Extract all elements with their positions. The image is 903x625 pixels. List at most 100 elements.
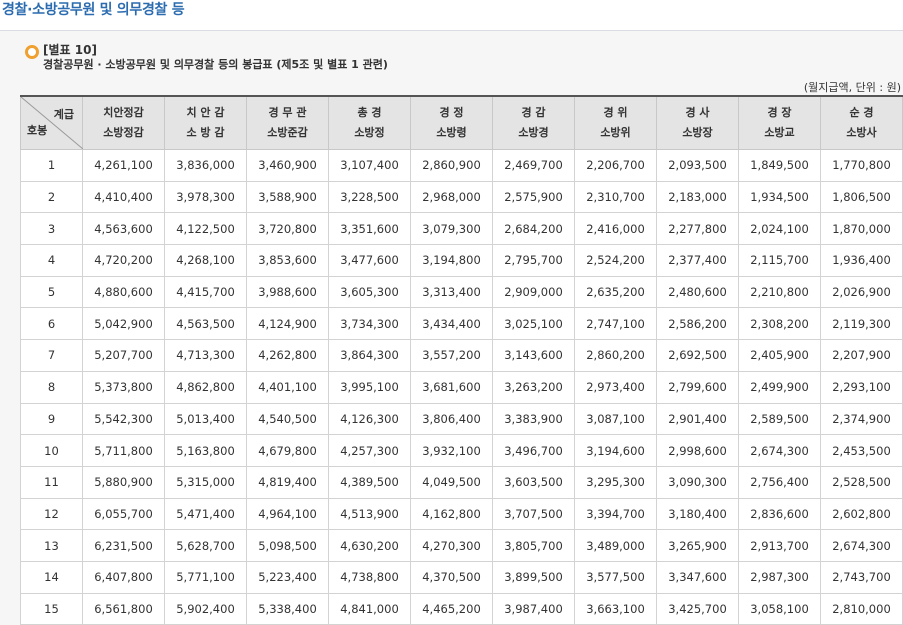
step-cell: 11 bbox=[20, 465, 83, 499]
salary-cell: 6,231,500 bbox=[82, 529, 165, 562]
salary-cell: 2,416,000 bbox=[574, 212, 657, 246]
column-header-line1: 경 무 관 bbox=[268, 106, 307, 119]
salary-cell: 3,577,500 bbox=[574, 560, 657, 594]
salary-cell: 4,410,400 bbox=[82, 180, 165, 214]
salary-cell: 6,561,800 bbox=[82, 592, 165, 625]
step-cell: 8 bbox=[20, 370, 83, 404]
salary-cell: 2,115,700 bbox=[738, 244, 821, 277]
step-cell: 10 bbox=[20, 434, 83, 467]
salary-cell: 2,575,900 bbox=[492, 180, 575, 214]
column-header-line2: 소 방 감 bbox=[186, 126, 225, 139]
salary-cell: 3,978,300 bbox=[164, 180, 247, 214]
salary-cell: 2,210,800 bbox=[738, 275, 821, 309]
salary-cell: 3,313,400 bbox=[410, 275, 493, 309]
salary-cell: 2,860,900 bbox=[410, 149, 493, 182]
column-header-line1: 경 사 bbox=[685, 106, 710, 119]
salary-cell: 3,347,600 bbox=[656, 560, 739, 594]
column-header-line1: 경 위 bbox=[603, 106, 628, 119]
step-cell: 4 bbox=[20, 244, 83, 277]
salary-cell: 4,862,800 bbox=[164, 370, 247, 404]
salary-cell: 4,122,500 bbox=[164, 212, 247, 246]
salary-cell: 2,026,900 bbox=[820, 275, 903, 309]
salary-cell: 1,849,500 bbox=[738, 149, 821, 182]
salary-cell: 3,836,000 bbox=[164, 149, 247, 182]
salary-cell: 4,415,700 bbox=[164, 275, 247, 309]
salary-cell: 4,563,500 bbox=[164, 307, 247, 341]
salary-cell: 3,707,500 bbox=[492, 497, 575, 531]
salary-cell: 5,098,500 bbox=[246, 529, 329, 562]
salary-cell: 3,720,800 bbox=[246, 212, 329, 246]
salary-cell: 2,909,000 bbox=[492, 275, 575, 309]
salary-cell: 4,513,900 bbox=[328, 497, 411, 531]
column-header-line1: 치 안 감 bbox=[186, 106, 225, 119]
salary-cell: 2,810,000 bbox=[820, 592, 903, 625]
salary-cell: 4,124,900 bbox=[246, 307, 329, 341]
salary-cell: 3,603,500 bbox=[492, 465, 575, 499]
salary-cell: 2,635,200 bbox=[574, 275, 657, 309]
salary-cell: 5,315,000 bbox=[164, 465, 247, 499]
salary-cell: 3,663,100 bbox=[574, 592, 657, 625]
step-cell: 7 bbox=[20, 339, 83, 372]
salary-cell: 3,087,100 bbox=[574, 402, 657, 436]
salary-cell: 3,434,400 bbox=[410, 307, 493, 341]
salary-cell: 4,841,000 bbox=[328, 592, 411, 625]
salary-cell: 4,819,400 bbox=[246, 465, 329, 499]
unit-note: (월지급액, 단위 : 원) bbox=[803, 81, 901, 94]
salary-cell: 3,180,400 bbox=[656, 497, 739, 531]
salary-cell: 4,720,200 bbox=[82, 244, 165, 277]
salary-cell: 2,374,900 bbox=[820, 402, 903, 436]
table-subtitle: 경찰공무원 · 소방공무원 및 의무경찰 등의 봉급표 (제5조 및 별표 1 … bbox=[43, 58, 388, 71]
table-row: 8 5,373,800 4,862,800 4,401,100 3,995,100 3,6… bbox=[20, 370, 903, 404]
salary-cell: 3,107,400 bbox=[328, 149, 411, 182]
column-header-line2: 소방장 bbox=[682, 126, 713, 139]
salary-cell: 2,747,100 bbox=[574, 307, 657, 341]
salary-cell: 2,207,900 bbox=[820, 339, 903, 372]
salary-cell: 3,806,400 bbox=[410, 402, 493, 436]
salary-cell: 3,194,600 bbox=[574, 434, 657, 467]
table-row: 7 5,207,700 4,713,300 4,262,800 3,864,300 3,5… bbox=[20, 339, 903, 372]
salary-cell: 2,183,000 bbox=[656, 180, 739, 214]
salary-cell: 2,973,400 bbox=[574, 370, 657, 404]
table-row: 3 4,563,600 4,122,500 3,720,800 3,351,600 3,0… bbox=[20, 212, 903, 246]
salary-cell: 5,207,700 bbox=[82, 339, 165, 372]
salary-cell: 4,389,500 bbox=[328, 465, 411, 499]
salary-cell: 2,674,300 bbox=[820, 529, 903, 562]
step-cell: 14 bbox=[20, 560, 83, 594]
salary-cell: 2,901,400 bbox=[656, 402, 739, 436]
salary-cell: 2,799,600 bbox=[656, 370, 739, 404]
salary-cell: 5,223,400 bbox=[246, 560, 329, 594]
salary-cell: 6,407,800 bbox=[82, 560, 165, 594]
salary-cell: 3,263,200 bbox=[492, 370, 575, 404]
step-cell: 13 bbox=[20, 529, 83, 562]
salary-cell: 5,771,100 bbox=[164, 560, 247, 594]
salary-cell: 2,119,300 bbox=[820, 307, 903, 341]
salary-cell: 4,049,500 bbox=[410, 465, 493, 499]
salary-cell: 2,499,900 bbox=[738, 370, 821, 404]
salary-cell: 2,860,200 bbox=[574, 339, 657, 372]
salary-cell: 3,805,700 bbox=[492, 529, 575, 562]
salary-cell: 3,058,100 bbox=[738, 592, 821, 625]
salary-cell: 2,453,500 bbox=[820, 434, 903, 467]
salary-cell: 1,934,500 bbox=[738, 180, 821, 214]
salary-cell: 4,630,200 bbox=[328, 529, 411, 562]
corner-step-label: 호봉 bbox=[27, 124, 48, 137]
column-header: 경 위 소방위 bbox=[574, 95, 657, 150]
salary-cell: 3,987,400 bbox=[492, 592, 575, 625]
table-row: 12 6,055,700 5,471,400 4,964,100 4,513,900 4,… bbox=[20, 497, 903, 531]
salary-cell: 2,692,500 bbox=[656, 339, 739, 372]
step-cell: 12 bbox=[20, 497, 83, 531]
salary-cell: 2,310,700 bbox=[574, 180, 657, 214]
salary-cell: 4,713,300 bbox=[164, 339, 247, 372]
salary-cell: 3,228,500 bbox=[328, 180, 411, 214]
salary-cell: 4,261,100 bbox=[82, 149, 165, 182]
table-row: 14 6,407,800 5,771,100 5,223,400 4,738,800 4,… bbox=[20, 560, 903, 594]
column-header-line1: 경 장 bbox=[767, 106, 792, 119]
table-row: 10 5,711,800 5,163,800 4,679,800 4,257,300 3,… bbox=[20, 434, 903, 467]
salary-cell: 2,405,900 bbox=[738, 339, 821, 372]
salary-cell: 3,932,100 bbox=[410, 434, 493, 467]
step-cell: 15 bbox=[20, 592, 83, 625]
column-header-line2: 소방정 bbox=[354, 126, 385, 139]
column-header: 치 안 감소 방 감 bbox=[164, 95, 247, 150]
table-row: 1 4,261,100 3,836,000 3,460,900 3,107,400 2,8… bbox=[20, 149, 903, 182]
salary-cell: 2,795,700 bbox=[492, 244, 575, 277]
